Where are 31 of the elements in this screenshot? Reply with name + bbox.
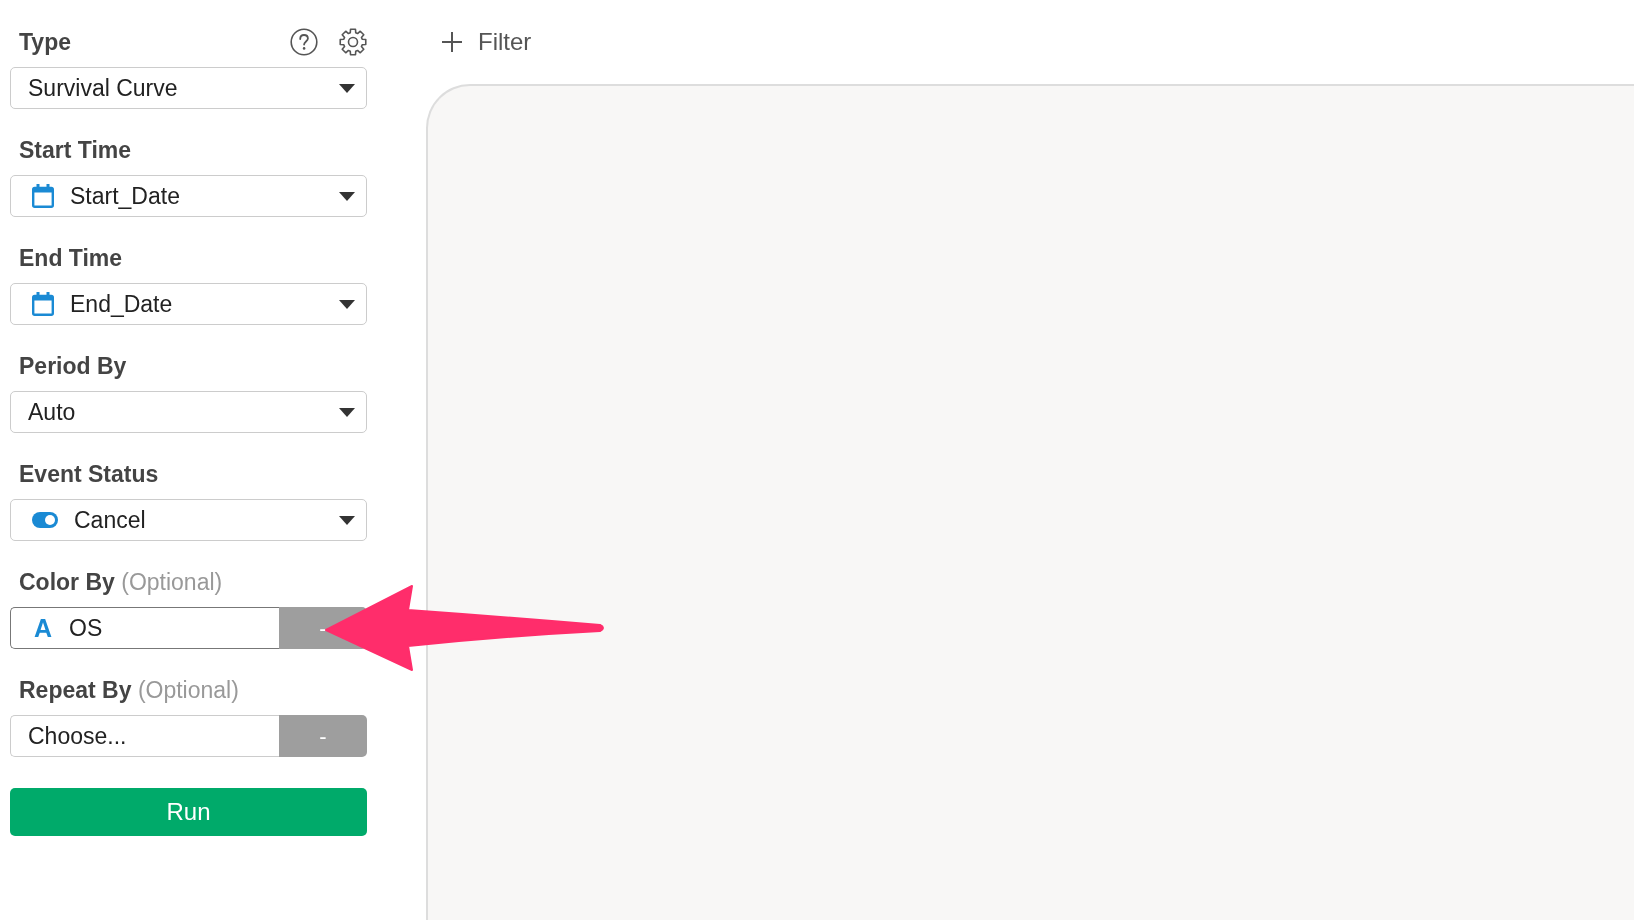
dropdown-value: End_Date — [70, 291, 173, 317]
field-label: Type — [19, 29, 71, 55]
field-label: End Time — [19, 245, 123, 271]
dropdown[interactable]: Start_Date — [10, 175, 367, 217]
dropdown-value: Auto — [28, 399, 76, 425]
dropdown[interactable]: Survival Curve — [10, 67, 367, 109]
calendar-icon — [32, 292, 54, 316]
caret-icon — [339, 299, 355, 309]
field-label: Event Status — [19, 461, 159, 487]
plus-icon — [442, 32, 462, 52]
settings-icon[interactable] — [339, 28, 367, 56]
help-icon[interactable] — [290, 28, 318, 56]
dropdown[interactable]: Auto — [10, 391, 367, 433]
dropdown-value: Start_Date — [70, 183, 180, 209]
caret-icon — [339, 191, 355, 201]
caret-icon — [339, 407, 355, 417]
field-label: Repeat By (Optional) — [19, 677, 239, 703]
calendar-icon — [32, 184, 54, 208]
dropdown[interactable]: End_Date — [10, 283, 367, 325]
dropdown[interactable]: Cancel — [10, 499, 367, 541]
dropdown-value: Cancel — [74, 507, 146, 533]
caret-icon — [339, 83, 355, 93]
filter-button[interactable]: Filter — [442, 24, 532, 60]
field-label: Color By (Optional) — [19, 569, 223, 595]
toggle-icon — [32, 512, 58, 528]
column-field[interactable]: Choose... — [10, 715, 279, 757]
field-label: Start Time — [19, 137, 132, 163]
letter-icon: A — [32, 615, 54, 641]
caret-icon — [339, 515, 355, 525]
field-label: Period By — [19, 353, 127, 379]
dropdown-value: Survival Curve — [28, 75, 178, 101]
